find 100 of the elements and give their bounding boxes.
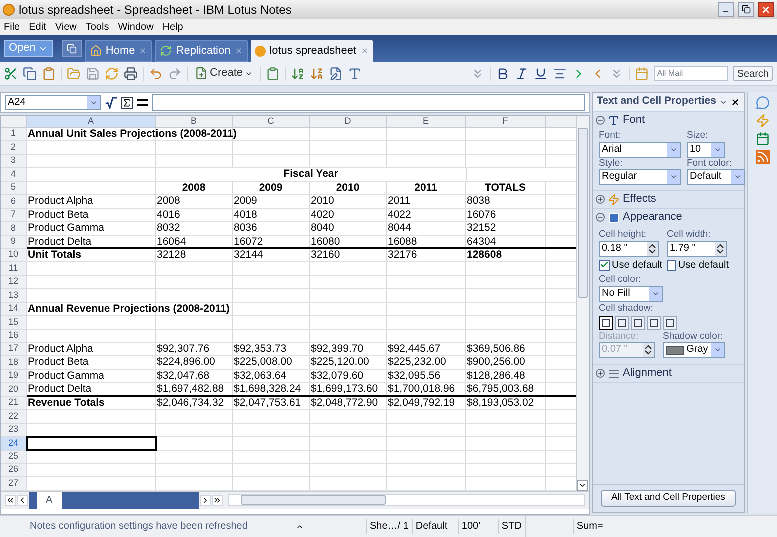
- shadow-option[interactable]: [599, 316, 613, 330]
- calendar-icon[interactable]: [756, 132, 770, 146]
- row-header[interactable]: 1: [1, 128, 27, 142]
- all-properties-button[interactable]: All Text and Cell Properties: [600, 490, 736, 507]
- section-header[interactable]: Appearance: [593, 208, 744, 226]
- section-header[interactable]: Font: [593, 111, 744, 129]
- cell-color-select[interactable]: No Fill: [599, 286, 663, 302]
- create-button[interactable]: Create: [193, 65, 256, 82]
- row-header[interactable]: 3: [1, 154, 27, 168]
- row-header[interactable]: 14: [1, 302, 27, 316]
- shadow-option[interactable]: [647, 316, 661, 330]
- column-header[interactable]: A: [27, 116, 156, 128]
- search-field[interactable]: All Mail: [654, 66, 728, 81]
- row-header[interactable]: 21: [1, 396, 27, 410]
- print-icon[interactable]: [124, 66, 138, 80]
- minimize-button[interactable]: [718, 2, 734, 17]
- style-select[interactable]: Regular: [599, 169, 681, 185]
- sheet-tab[interactable]: A: [37, 492, 62, 509]
- row-header[interactable]: 24: [1, 437, 27, 450]
- menu-item[interactable]: Window: [118, 20, 154, 34]
- row-header[interactable]: 25: [1, 450, 27, 464]
- italic-icon[interactable]: [515, 66, 530, 80]
- close-tab-icon[interactable]: [139, 47, 148, 55]
- menu-item[interactable]: View: [55, 20, 77, 34]
- column-header[interactable]: F: [466, 116, 546, 128]
- sort-descending-icon[interactable]: [310, 66, 324, 80]
- close-icon[interactable]: [731, 98, 740, 106]
- scroll-thumb[interactable]: [578, 128, 588, 298]
- square-root-icon[interactable]: [105, 96, 117, 108]
- vertical-scrollbar[interactable]: [576, 116, 589, 491]
- expand-icon[interactable]: [596, 369, 605, 378]
- section-header[interactable]: Alignment: [593, 364, 744, 382]
- document-tab[interactable]: Home: [84, 40, 152, 62]
- menu-item[interactable]: Edit: [29, 20, 46, 34]
- edit-icon[interactable]: [329, 66, 344, 80]
- scroll-thumb[interactable]: [241, 495, 386, 506]
- row-header[interactable]: 15: [1, 316, 27, 330]
- text-icon[interactable]: [348, 66, 362, 80]
- row-header[interactable]: 23: [1, 424, 27, 438]
- sort-ascending-icon[interactable]: [291, 66, 306, 80]
- row-header[interactable]: 4: [1, 168, 27, 182]
- column-header[interactable]: D: [310, 116, 387, 128]
- row-header[interactable]: 17: [1, 343, 27, 356]
- close-button[interactable]: [758, 2, 774, 17]
- use-default-checkbox[interactable]: Use default: [599, 258, 661, 272]
- document-tab[interactable]: lotus spreadsheet: [250, 40, 373, 62]
- row-header[interactable]: 19: [1, 370, 27, 384]
- windows-icon[interactable]: [62, 40, 82, 57]
- row-header[interactable]: 22: [1, 410, 27, 424]
- use-default-checkbox[interactable]: Use default: [667, 258, 729, 272]
- shadow-option[interactable]: [615, 316, 629, 330]
- paste-icon[interactable]: [42, 66, 56, 80]
- font-color-select[interactable]: Default: [687, 169, 745, 185]
- previous-sheet-icon[interactable]: [17, 494, 28, 506]
- row-header[interactable]: 27: [1, 477, 27, 491]
- row-header[interactable]: 13: [1, 289, 27, 303]
- shadow-option[interactable]: [631, 316, 645, 330]
- row-header[interactable]: 8: [1, 222, 27, 236]
- row-header[interactable]: 5: [1, 182, 27, 196]
- column-header[interactable]: E: [387, 116, 466, 128]
- document-tab[interactable]: Replication: [155, 40, 248, 62]
- collapse-icon[interactable]: [596, 116, 605, 125]
- menu-item[interactable]: Tools: [86, 20, 110, 34]
- first-sheet-icon[interactable]: [5, 494, 16, 506]
- sum-icon[interactable]: [121, 96, 133, 108]
- column-header[interactable]: C: [233, 116, 310, 128]
- underline-icon[interactable]: [534, 66, 548, 80]
- next-sheet-icon[interactable]: [200, 494, 211, 506]
- menu-item[interactable]: Help: [162, 20, 184, 34]
- formula-field[interactable]: [152, 94, 585, 111]
- close-tab-icon[interactable]: [234, 47, 243, 55]
- column-header[interactable]: B: [156, 116, 233, 128]
- last-sheet-icon[interactable]: [212, 494, 223, 506]
- shadow-color-select[interactable]: Gray: [663, 342, 725, 358]
- row-header[interactable]: 6: [1, 195, 27, 209]
- chat-icon[interactable]: [756, 96, 770, 110]
- selected-cell[interactable]: [27, 437, 156, 450]
- scroll-down-icon[interactable]: [577, 480, 588, 491]
- row-header[interactable]: 2: [1, 141, 27, 155]
- row-header[interactable]: 7: [1, 208, 27, 222]
- expand-icon[interactable]: [596, 195, 605, 204]
- row-header[interactable]: 9: [1, 236, 27, 249]
- font-select[interactable]: Arial: [599, 142, 681, 158]
- row-header[interactable]: 11: [1, 262, 27, 276]
- row-header[interactable]: 10: [1, 248, 27, 262]
- shadow-option[interactable]: [663, 316, 677, 330]
- row-header[interactable]: 12: [1, 276, 27, 290]
- collapse-icon[interactable]: [596, 213, 605, 222]
- row-header[interactable]: 20: [1, 383, 27, 397]
- row-header[interactable]: 26: [1, 464, 27, 478]
- cell-reference-select[interactable]: A24: [5, 95, 101, 110]
- section-header[interactable]: Effects: [593, 190, 744, 208]
- align-icon[interactable]: [553, 66, 568, 80]
- cut-icon[interactable]: [4, 66, 18, 80]
- restore-button[interactable]: [738, 2, 754, 17]
- undo-icon[interactable]: [149, 66, 163, 80]
- horizontal-scrollbar[interactable]: [228, 494, 585, 506]
- menu-item[interactable]: File: [4, 20, 20, 34]
- search-button[interactable]: Search: [733, 66, 773, 81]
- clipboard-icon[interactable]: [266, 66, 280, 80]
